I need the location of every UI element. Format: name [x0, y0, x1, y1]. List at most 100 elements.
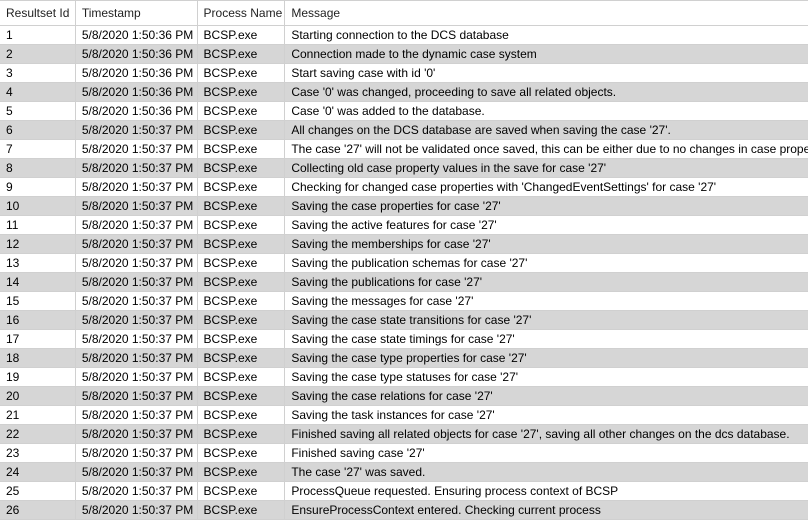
cell-message[interactable]: Saving the case state timings for case '… — [285, 330, 808, 348]
table-row[interactable]: 15/8/2020 1:50:36 PMBCSP.exeStarting con… — [0, 26, 808, 45]
cell-resultset-id[interactable]: 10 — [0, 197, 76, 215]
table-row[interactable]: 115/8/2020 1:50:37 PMBCSP.exeSaving the … — [0, 216, 808, 235]
table-row[interactable]: 45/8/2020 1:50:36 PMBCSP.exeCase '0' was… — [0, 83, 808, 102]
cell-timestamp[interactable]: 5/8/2020 1:50:37 PM — [76, 425, 198, 443]
cell-process-name[interactable]: BCSP.exe — [198, 64, 286, 82]
cell-message[interactable]: EnsureProcessContext entered. Checking c… — [285, 501, 808, 519]
cell-timestamp[interactable]: 5/8/2020 1:50:37 PM — [76, 463, 198, 481]
cell-process-name[interactable]: BCSP.exe — [198, 102, 286, 120]
table-row[interactable]: 75/8/2020 1:50:37 PMBCSP.exeThe case '27… — [0, 140, 808, 159]
cell-process-name[interactable]: BCSP.exe — [198, 273, 286, 291]
cell-timestamp[interactable]: 5/8/2020 1:50:36 PM — [76, 83, 198, 101]
cell-timestamp[interactable]: 5/8/2020 1:50:37 PM — [76, 121, 198, 139]
cell-message[interactable]: The case '27' was saved. — [285, 463, 808, 481]
cell-process-name[interactable]: BCSP.exe — [198, 482, 286, 500]
cell-process-name[interactable]: BCSP.exe — [198, 311, 286, 329]
cell-resultset-id[interactable]: 5 — [0, 102, 76, 120]
table-row[interactable]: 155/8/2020 1:50:37 PMBCSP.exeSaving the … — [0, 292, 808, 311]
cell-resultset-id[interactable]: 7 — [0, 140, 76, 158]
cell-process-name[interactable]: BCSP.exe — [198, 368, 286, 386]
cell-timestamp[interactable]: 5/8/2020 1:50:37 PM — [76, 387, 198, 405]
table-row[interactable]: 95/8/2020 1:50:37 PMBCSP.exeChecking for… — [0, 178, 808, 197]
cell-message[interactable]: Saving the case relations for case '27' — [285, 387, 808, 405]
cell-process-name[interactable]: BCSP.exe — [198, 444, 286, 462]
cell-timestamp[interactable]: 5/8/2020 1:50:36 PM — [76, 45, 198, 63]
cell-timestamp[interactable]: 5/8/2020 1:50:37 PM — [76, 482, 198, 500]
header-resultset-id[interactable]: Resultset Id — [0, 1, 76, 25]
cell-message[interactable]: Saving the task instances for case '27' — [285, 406, 808, 424]
table-row[interactable]: 235/8/2020 1:50:37 PMBCSP.exeFinished sa… — [0, 444, 808, 463]
table-row[interactable]: 85/8/2020 1:50:37 PMBCSP.exeCollecting o… — [0, 159, 808, 178]
cell-resultset-id[interactable]: 9 — [0, 178, 76, 196]
cell-resultset-id[interactable]: 11 — [0, 216, 76, 234]
cell-process-name[interactable]: BCSP.exe — [198, 83, 286, 101]
cell-process-name[interactable]: BCSP.exe — [198, 216, 286, 234]
cell-process-name[interactable]: BCSP.exe — [198, 406, 286, 424]
cell-timestamp[interactable]: 5/8/2020 1:50:36 PM — [76, 64, 198, 82]
cell-message[interactable]: Saving the memberships for case '27' — [285, 235, 808, 253]
cell-timestamp[interactable]: 5/8/2020 1:50:37 PM — [76, 178, 198, 196]
cell-resultset-id[interactable]: 26 — [0, 501, 76, 519]
cell-message[interactable]: Checking for changed case properties wit… — [285, 178, 808, 196]
cell-process-name[interactable]: BCSP.exe — [198, 178, 286, 196]
cell-process-name[interactable]: BCSP.exe — [198, 159, 286, 177]
cell-timestamp[interactable]: 5/8/2020 1:50:37 PM — [76, 292, 198, 310]
cell-resultset-id[interactable]: 21 — [0, 406, 76, 424]
cell-message[interactable]: Saving the active features for case '27' — [285, 216, 808, 234]
cell-process-name[interactable]: BCSP.exe — [198, 140, 286, 158]
results-grid[interactable]: Resultset Id Timestamp Process Name Mess… — [0, 0, 808, 526]
cell-timestamp[interactable]: 5/8/2020 1:50:37 PM — [76, 197, 198, 215]
table-row[interactable]: 195/8/2020 1:50:37 PMBCSP.exeSaving the … — [0, 368, 808, 387]
table-row[interactable]: 55/8/2020 1:50:36 PMBCSP.exeCase '0' was… — [0, 102, 808, 121]
cell-message[interactable]: Finished saving all related objects for … — [285, 425, 808, 443]
cell-resultset-id[interactable]: 13 — [0, 254, 76, 272]
cell-process-name[interactable]: BCSP.exe — [198, 292, 286, 310]
cell-timestamp[interactable]: 5/8/2020 1:50:37 PM — [76, 311, 198, 329]
cell-message[interactable]: Starting connection to the DCS database — [285, 26, 808, 44]
cell-timestamp[interactable]: 5/8/2020 1:50:36 PM — [76, 102, 198, 120]
cell-timestamp[interactable]: 5/8/2020 1:50:37 PM — [76, 273, 198, 291]
table-row[interactable]: 35/8/2020 1:50:36 PMBCSP.exeStart saving… — [0, 64, 808, 83]
cell-timestamp[interactable]: 5/8/2020 1:50:37 PM — [76, 349, 198, 367]
table-row[interactable]: 105/8/2020 1:50:37 PMBCSP.exeSaving the … — [0, 197, 808, 216]
cell-process-name[interactable]: BCSP.exe — [198, 45, 286, 63]
cell-resultset-id[interactable]: 12 — [0, 235, 76, 253]
table-row[interactable]: 145/8/2020 1:50:37 PMBCSP.exeSaving the … — [0, 273, 808, 292]
cell-process-name[interactable]: BCSP.exe — [198, 254, 286, 272]
cell-process-name[interactable]: BCSP.exe — [198, 26, 286, 44]
cell-resultset-id[interactable]: 14 — [0, 273, 76, 291]
table-row[interactable]: 245/8/2020 1:50:37 PMBCSP.exeThe case '2… — [0, 463, 808, 482]
cell-process-name[interactable]: BCSP.exe — [198, 330, 286, 348]
cell-resultset-id[interactable]: 17 — [0, 330, 76, 348]
cell-process-name[interactable]: BCSP.exe — [198, 235, 286, 253]
table-row[interactable]: 205/8/2020 1:50:37 PMBCSP.exeSaving the … — [0, 387, 808, 406]
cell-message[interactable]: Connection made to the dynamic case syst… — [285, 45, 808, 63]
cell-timestamp[interactable]: 5/8/2020 1:50:37 PM — [76, 235, 198, 253]
cell-message[interactable]: Saving the case properties for case '27' — [285, 197, 808, 215]
table-row[interactable]: 165/8/2020 1:50:37 PMBCSP.exeSaving the … — [0, 311, 808, 330]
cell-message[interactable]: Collecting old case property values in t… — [285, 159, 808, 177]
table-row[interactable]: 25/8/2020 1:50:36 PMBCSP.exeConnection m… — [0, 45, 808, 64]
cell-resultset-id[interactable]: 22 — [0, 425, 76, 443]
cell-message[interactable]: All changes on the DCS database are save… — [285, 121, 808, 139]
cell-timestamp[interactable]: 5/8/2020 1:50:37 PM — [76, 444, 198, 462]
cell-resultset-id[interactable]: 2 — [0, 45, 76, 63]
cell-resultset-id[interactable]: 8 — [0, 159, 76, 177]
cell-timestamp[interactable]: 5/8/2020 1:50:36 PM — [76, 26, 198, 44]
table-row[interactable]: 225/8/2020 1:50:37 PMBCSP.exeFinished sa… — [0, 425, 808, 444]
cell-resultset-id[interactable]: 1 — [0, 26, 76, 44]
table-row[interactable]: 185/8/2020 1:50:37 PMBCSP.exeSaving the … — [0, 349, 808, 368]
cell-resultset-id[interactable]: 4 — [0, 83, 76, 101]
cell-process-name[interactable]: BCSP.exe — [198, 463, 286, 481]
cell-timestamp[interactable]: 5/8/2020 1:50:37 PM — [76, 216, 198, 234]
header-process-name[interactable]: Process Name — [198, 1, 286, 25]
cell-timestamp[interactable]: 5/8/2020 1:50:37 PM — [76, 406, 198, 424]
header-timestamp[interactable]: Timestamp — [76, 1, 198, 25]
header-message[interactable]: Message — [285, 1, 808, 25]
cell-resultset-id[interactable]: 24 — [0, 463, 76, 481]
cell-resultset-id[interactable]: 15 — [0, 292, 76, 310]
cell-resultset-id[interactable]: 19 — [0, 368, 76, 386]
table-row[interactable]: 135/8/2020 1:50:37 PMBCSP.exeSaving the … — [0, 254, 808, 273]
cell-process-name[interactable]: BCSP.exe — [198, 197, 286, 215]
table-row[interactable]: 255/8/2020 1:50:37 PMBCSP.exeProcessQueu… — [0, 482, 808, 501]
